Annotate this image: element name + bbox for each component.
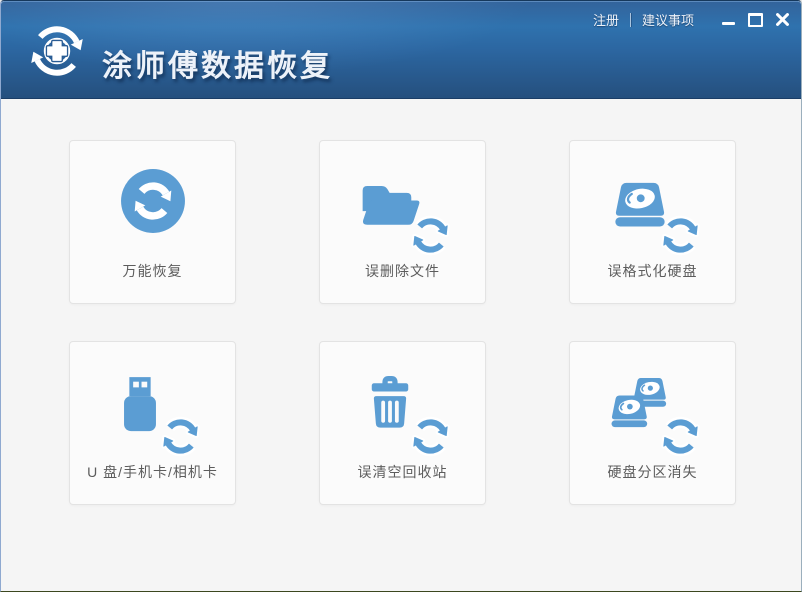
- card-lost-partition[interactable]: 硬盘分区消失: [569, 341, 736, 505]
- titlebar-right: 注册 建议事项: [593, 10, 791, 29]
- close-icon: [774, 11, 791, 28]
- refresh-badge-icon: [407, 413, 454, 460]
- card-universal-recovery[interactable]: 万能恢复: [69, 140, 236, 304]
- feature-grid: 万能恢复 误删除文件: [1, 99, 801, 591]
- recycle-bin-icon: [350, 366, 456, 460]
- formatted-drive-icon: [600, 165, 706, 259]
- titlebar-links: 注册 建议事项: [593, 10, 694, 29]
- refresh-badge-icon: [657, 212, 704, 259]
- maximize-button[interactable]: [747, 11, 764, 28]
- card-label: 硬盘分区消失: [570, 462, 735, 482]
- refresh-badge-icon: [157, 413, 204, 460]
- card-recycle-bin[interactable]: 误清空回收站: [319, 341, 486, 505]
- card-formatted-disk[interactable]: 误格式化硬盘: [569, 140, 736, 304]
- app-title: 涂师傅数据恢复: [102, 41, 333, 85]
- lost-partition-icon: [600, 366, 706, 460]
- deleted-folder-icon: [350, 165, 456, 259]
- app-window: 涂师傅数据恢复 注册 建议事项: [0, 0, 802, 592]
- card-usb-memory-cards[interactable]: U 盘/手机卡/相机卡: [69, 341, 236, 505]
- card-label: U 盘/手机卡/相机卡: [70, 462, 235, 482]
- card-deleted-files[interactable]: 误删除文件: [319, 140, 486, 304]
- card-label: 误删除文件: [320, 261, 485, 281]
- usb-drive-icon: [100, 366, 206, 460]
- link-separator: [630, 13, 631, 27]
- window-controls: [720, 11, 791, 28]
- refresh-badge-icon: [407, 212, 454, 259]
- close-button[interactable]: [774, 11, 791, 28]
- suggestions-link[interactable]: 建议事项: [642, 10, 694, 29]
- maximize-icon: [748, 13, 763, 27]
- titlebar: 涂师傅数据恢复 注册 建议事项: [1, 1, 801, 99]
- universal-recovery-icon: [100, 165, 206, 259]
- minimize-button[interactable]: [720, 11, 737, 28]
- refresh-badge-icon: [657, 413, 704, 460]
- minimize-icon: [722, 22, 735, 25]
- register-link[interactable]: 注册: [593, 10, 619, 29]
- card-label: 万能恢复: [70, 261, 235, 281]
- card-label: 误清空回收站: [320, 462, 485, 482]
- card-label: 误格式化硬盘: [570, 261, 735, 281]
- app-logo-icon: [24, 18, 90, 84]
